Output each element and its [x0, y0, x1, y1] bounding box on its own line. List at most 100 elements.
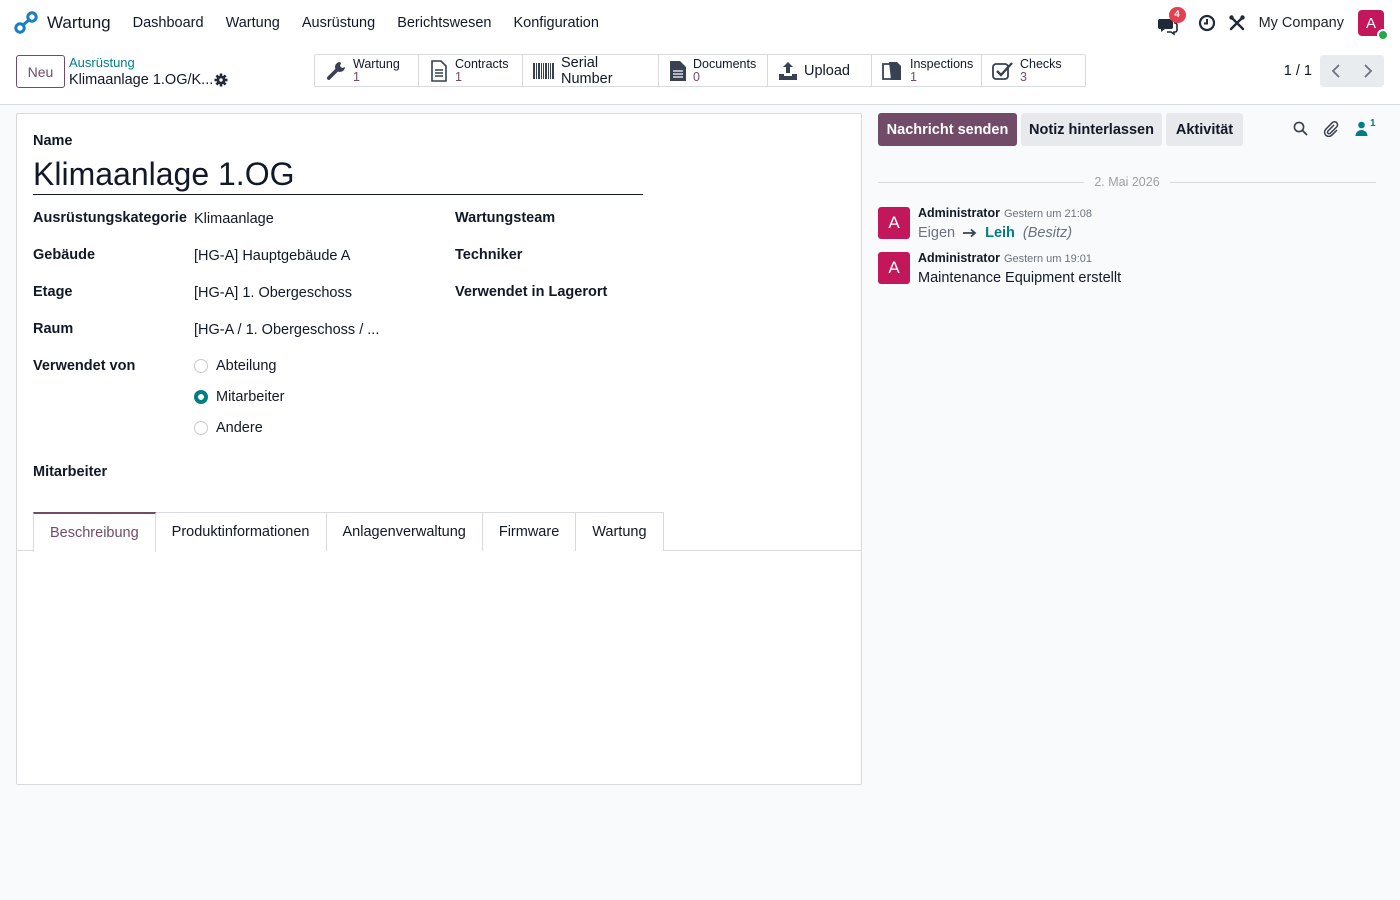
app-brand[interactable]: Wartung: [14, 11, 111, 35]
form-sheet: Name Klimaanlage 1.OG Ausrüstungskategor…: [16, 113, 862, 785]
message-date: Gestern um 21:08: [1003, 208, 1093, 220]
pager-previous-button[interactable]: [1320, 55, 1352, 87]
location-label: Verwendet in Lagerort: [455, 284, 608, 300]
new-button[interactable]: Neu: [16, 55, 65, 88]
radio-andere[interactable]: Andere: [194, 420, 263, 436]
smart-button-count: 3: [1020, 69, 1027, 84]
chevron-left-icon: [1331, 64, 1340, 78]
category-field[interactable]: Klimaanlage: [194, 211, 274, 227]
message-body: Maintenance Equipment erstellt: [918, 270, 1121, 286]
old-value: Eigen: [918, 225, 956, 241]
menu-konfiguration[interactable]: Konfiguration: [502, 15, 609, 31]
app-name: Wartung: [47, 13, 111, 32]
smart-button-label: Inspections: [910, 56, 974, 71]
message-avatar[interactable]: A: [878, 207, 910, 239]
activity-button[interactable]: Aktivität: [1166, 113, 1243, 146]
tools-icon: [1228, 15, 1245, 31]
menu-ausruestung[interactable]: Ausrüstung: [291, 15, 386, 31]
message-author[interactable]: Administrator: [918, 206, 1000, 220]
smart-button-label: Upload: [804, 62, 850, 79]
document-icon: [431, 59, 447, 82]
messages-badge: 4: [1168, 7, 1186, 23]
maintenance-team-label: Wartungsteam: [455, 210, 556, 226]
menu-berichtswesen[interactable]: Berichtswesen: [386, 15, 502, 31]
notebook-tabs: Beschreibung Produktinformationen Anlage…: [33, 512, 664, 552]
smart-button-label: Contracts: [455, 56, 509, 71]
online-status-icon: [1377, 29, 1389, 41]
message-date: Gestern um 19:01: [1003, 253, 1093, 265]
employee-label: Mitarbeiter: [33, 464, 108, 480]
tab-produktinformationen[interactable]: Produktinformationen: [155, 512, 327, 551]
pager-value[interactable]: 1 / 1: [1284, 63, 1312, 79]
smart-button-count: 1: [455, 69, 462, 84]
new-value: Leih: [985, 225, 1015, 241]
smart-button-inspections[interactable]: Inspections 1: [872, 55, 982, 86]
follower-count: 1: [1370, 118, 1376, 129]
tools-button[interactable]: [1227, 13, 1247, 33]
radio-button-icon: [194, 359, 208, 373]
radio-button-icon: [194, 421, 208, 435]
search-icon[interactable]: [1293, 121, 1308, 136]
chevron-right-icon: [1364, 64, 1373, 78]
smart-button-upload[interactable]: Upload: [768, 55, 872, 86]
activity-button[interactable]: [1197, 13, 1217, 33]
check-square-icon: [992, 61, 1013, 80]
radio-mitarbeiter[interactable]: Mitarbeiter: [194, 389, 285, 405]
tab-anlagenverwaltung[interactable]: Anlagenverwaltung: [326, 512, 483, 551]
building-label: Gebäude: [33, 247, 96, 263]
tab-beschreibung[interactable]: Beschreibung: [33, 512, 156, 552]
smart-button-label: Checks: [1020, 56, 1062, 71]
barcode-icon: [533, 62, 554, 79]
tab-firmware[interactable]: Firmware: [482, 512, 577, 551]
wrench-icon: [326, 61, 345, 80]
paperclip-icon[interactable]: [1323, 121, 1339, 137]
radio-abteilung[interactable]: Abteilung: [194, 358, 276, 374]
avatar-initial: A: [888, 258, 900, 277]
company-switcher[interactable]: My Company: [1259, 15, 1344, 31]
user-initial: A: [1365, 14, 1376, 32]
smart-button-contracts[interactable]: Contracts 1: [419, 55, 523, 86]
room-field[interactable]: [HG-A / 1. Obergeschoss / ...: [194, 322, 379, 338]
app-logo-icon: [14, 11, 38, 34]
category-label: Ausrüstungskategorie: [33, 210, 187, 226]
copy-icon: [882, 61, 901, 80]
smart-button-wartung[interactable]: Wartung 1: [315, 55, 419, 86]
smart-button-serial-number[interactable]: Serial Number: [523, 55, 659, 87]
avatar-initial: A: [888, 213, 900, 232]
user-avatar[interactable]: A: [1358, 10, 1389, 41]
smart-button-label: Documents: [693, 56, 757, 71]
message-header: Administrator Gestern um 19:01: [918, 251, 1092, 265]
smart-button-count: 1: [353, 69, 360, 84]
radio-button-checked-icon: [194, 390, 208, 404]
name-field[interactable]: Klimaanlage 1.OG: [33, 154, 643, 195]
smart-button-documents[interactable]: Documents 0: [659, 55, 768, 86]
message-author[interactable]: Administrator: [918, 251, 1000, 265]
send-message-button[interactable]: Nachricht senden: [878, 113, 1017, 146]
upload-icon: [779, 61, 797, 80]
menu-dashboard[interactable]: Dashboard: [122, 15, 215, 31]
arrow-right-icon: [963, 228, 977, 238]
date-separator-text: 2. Mai 2026: [1094, 175, 1160, 189]
log-note-button[interactable]: Notiz hinterlassen: [1021, 113, 1162, 146]
message-avatar[interactable]: A: [878, 252, 910, 284]
breadcrumb-current: Klimaanlage 1.OG/K...: [69, 72, 214, 88]
clock-icon: [1198, 14, 1215, 32]
building-field[interactable]: [HG-A] Hauptgebäude A: [194, 248, 350, 264]
smart-button-checks[interactable]: Checks 3: [982, 55, 1085, 86]
pager-next-button[interactable]: [1352, 55, 1384, 87]
gear-icon[interactable]: [214, 73, 228, 87]
messages-button[interactable]: 4: [1157, 7, 1186, 36]
radio-label: Mitarbeiter: [216, 389, 285, 405]
file-icon: [670, 60, 686, 81]
menu-wartung[interactable]: Wartung: [215, 15, 291, 31]
follower-icon[interactable]: [1355, 121, 1368, 136]
breadcrumb-parent[interactable]: Ausrüstung: [69, 55, 135, 70]
technician-label: Techniker: [455, 247, 523, 263]
smart-button-count: 0: [693, 69, 700, 84]
room-label: Raum: [33, 321, 74, 337]
used-by-label: Verwendet von: [33, 358, 136, 374]
message-header: Administrator Gestern um 21:08: [918, 206, 1092, 220]
floor-field[interactable]: [HG-A] 1. Obergeschoss: [194, 285, 352, 301]
tab-wartung[interactable]: Wartung: [576, 512, 664, 551]
name-label: Name: [33, 133, 73, 149]
